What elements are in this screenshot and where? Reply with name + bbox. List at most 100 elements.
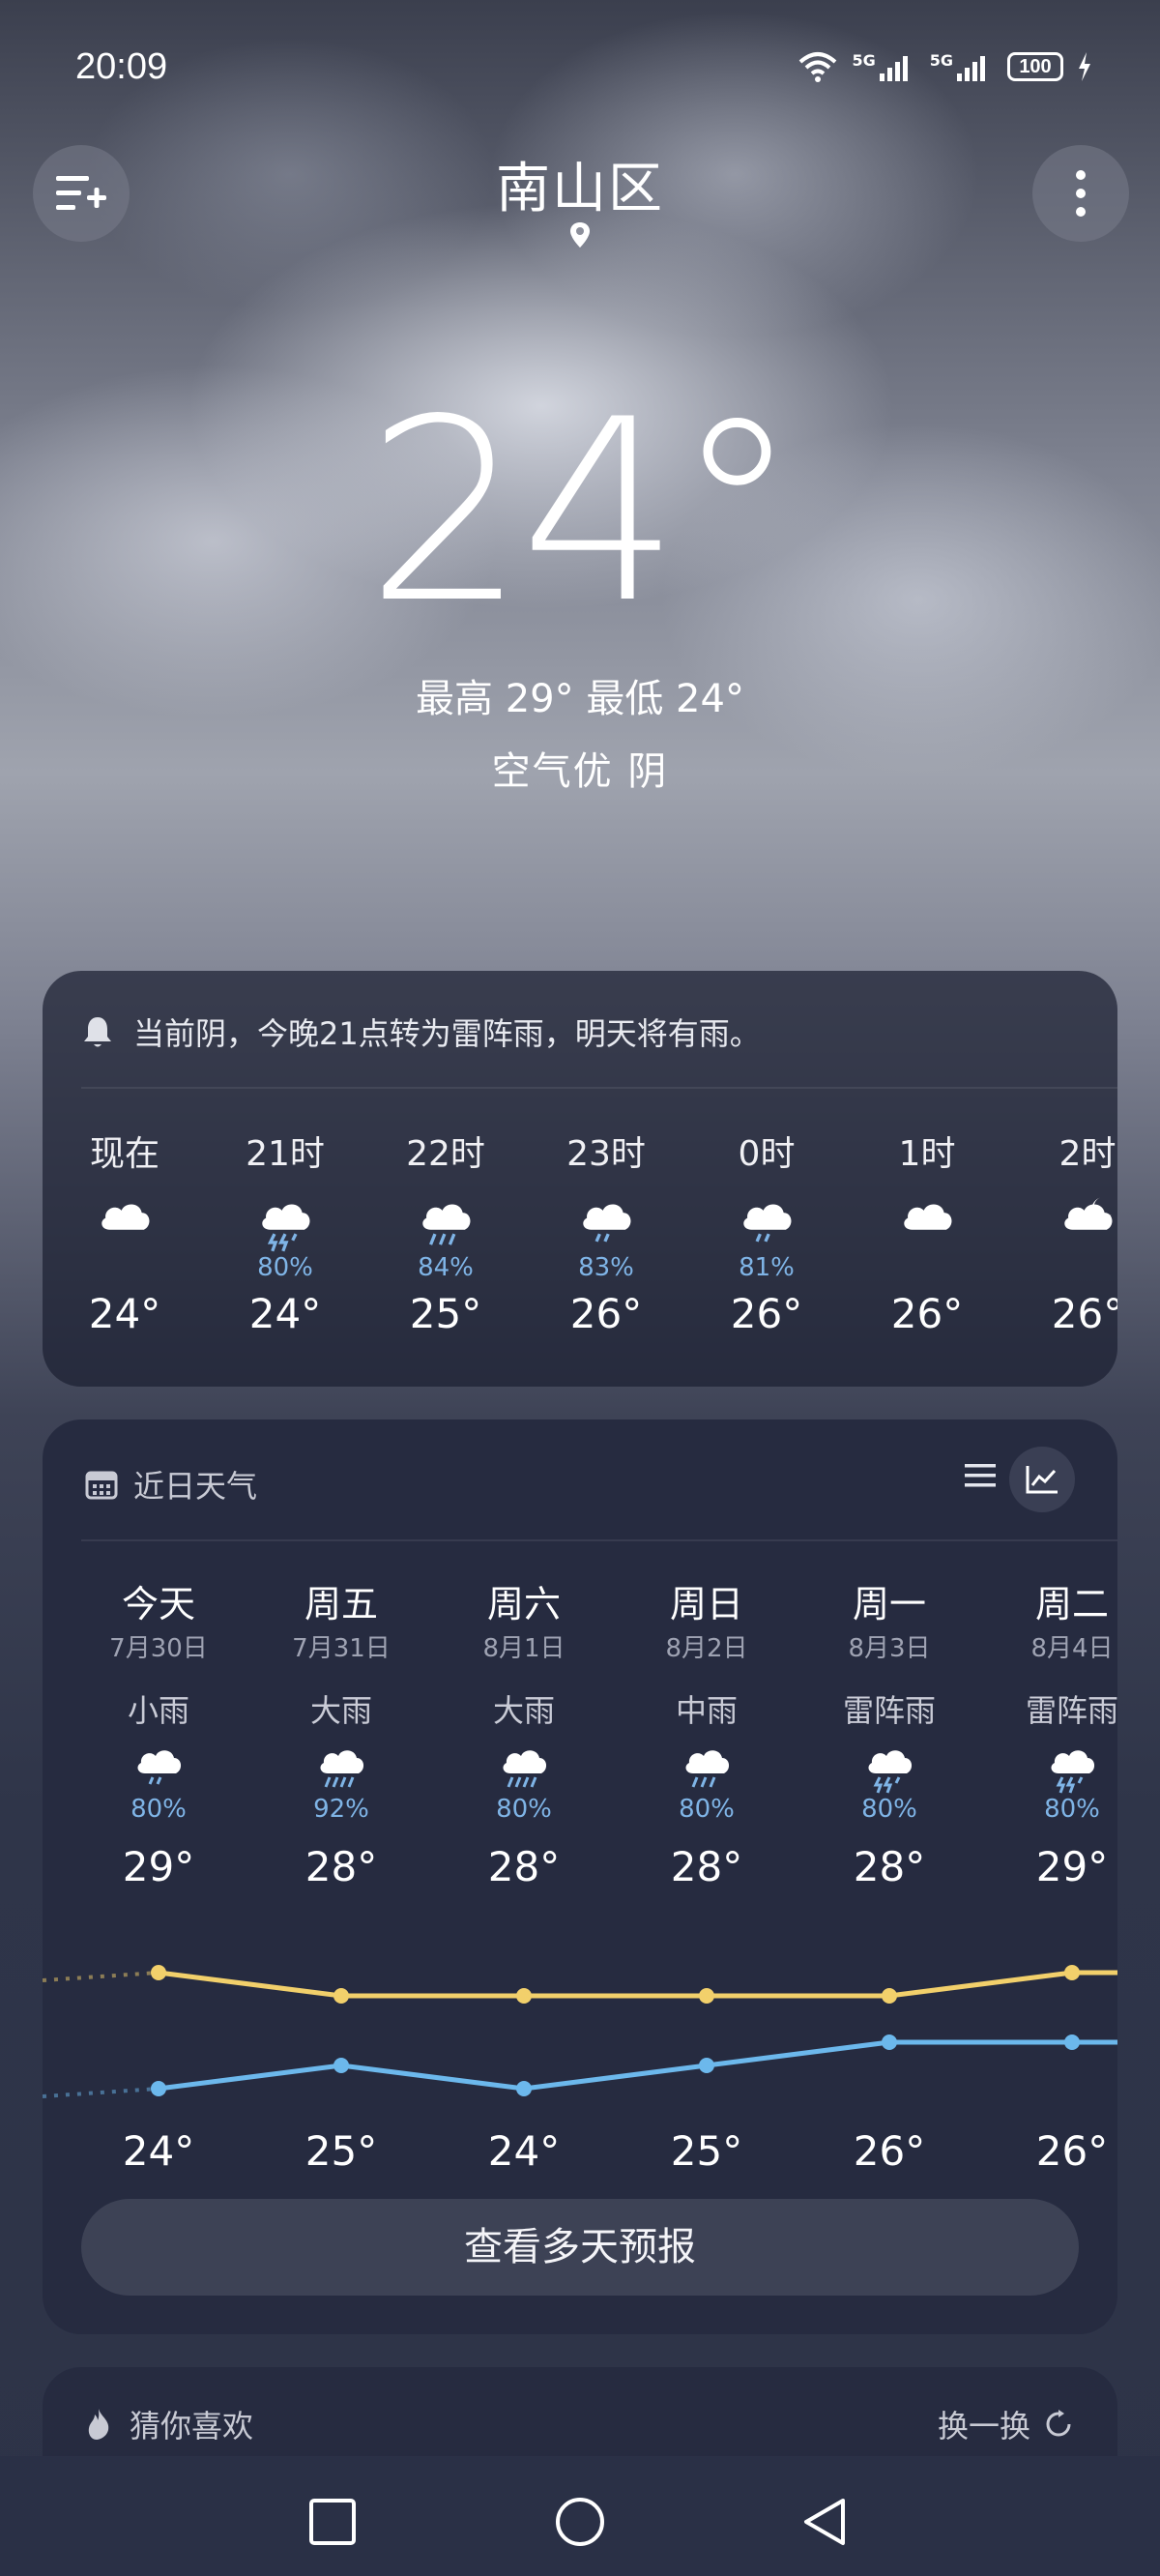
hour-precip bbox=[1025, 1253, 1117, 1286]
hour-temp: 25° bbox=[409, 1290, 482, 1337]
list-view-icon[interactable] bbox=[963, 1458, 998, 1493]
daily-forecast-card: 近日天气 今天 7月30日 小雨 80% 29° 周五 7月31日 大雨 92% 28° 周六 8月1… bbox=[43, 1420, 1117, 2334]
day-low: 26° bbox=[1035, 2127, 1109, 2175]
city-name[interactable]: 南山区 bbox=[0, 145, 1160, 223]
refresh-button[interactable]: 换一换 bbox=[938, 2402, 1075, 2446]
hourly-item: 22时 84% 25° bbox=[383, 1126, 508, 1337]
hour-label: 现在 bbox=[89, 1134, 160, 1174]
recommend-title: 猜你喜欢 bbox=[130, 2408, 254, 2444]
high-temp-line bbox=[158, 1970, 1117, 1999]
hour-precip: 81% bbox=[739, 1253, 795, 1282]
day-name: 周六 bbox=[486, 1583, 561, 1625]
low-temp-lead bbox=[43, 2087, 160, 2098]
hourly-item: 1时 26° bbox=[864, 1126, 990, 1337]
signal-1-icon bbox=[879, 56, 908, 81]
daily-title: 近日天气 bbox=[133, 1468, 258, 1505]
light-rain-icon bbox=[743, 1204, 792, 1243]
daily-item[interactable]: 周一 8月3日 雷阵雨 80% 28° bbox=[812, 1574, 967, 1890]
daily-item[interactable]: 周日 8月2日 中雨 80% 28° bbox=[629, 1574, 784, 1890]
light-rain-icon bbox=[583, 1204, 631, 1243]
daily-header: 近日天气 bbox=[85, 1462, 257, 1507]
back-icon[interactable] bbox=[800, 2497, 851, 2547]
hourly-item: 0时 81% 26° bbox=[704, 1126, 829, 1337]
daily-item[interactable]: 周六 8月1日 大雨 80% 28° bbox=[447, 1574, 601, 1890]
signal-1-label: 5G bbox=[852, 50, 876, 70]
rain-icon bbox=[685, 1750, 730, 1788]
chart-view-button[interactable] bbox=[1009, 1447, 1075, 1512]
more-days-forecast-button[interactable]: 查看多天预报 bbox=[81, 2199, 1079, 2296]
day-icon-wrap bbox=[812, 1741, 967, 1795]
location-pin-icon bbox=[570, 222, 590, 248]
day-precip: 80% bbox=[861, 1795, 917, 1824]
low-temp-point bbox=[334, 2058, 349, 2073]
system-navigation-bar bbox=[0, 2456, 1160, 2576]
day-icon-wrap bbox=[629, 1741, 784, 1795]
day-high: 29° bbox=[1035, 1843, 1109, 1890]
daily-item[interactable]: 周五 7月31日 大雨 92% 28° bbox=[264, 1574, 419, 1890]
calendar-icon bbox=[85, 1471, 118, 1500]
daily-divider bbox=[81, 1539, 1117, 1541]
day-low: 24° bbox=[122, 2127, 195, 2175]
hourly-forecast-card: 当前阴，今晚21点转为雷阵雨，明天将有雨。 现在 24° 21时 80% 24° 22时 8… bbox=[43, 971, 1117, 1387]
light-rain-icon bbox=[137, 1750, 182, 1785]
hour-temp: 26° bbox=[730, 1290, 803, 1337]
hour-precip bbox=[864, 1253, 990, 1286]
hour-label: 0时 bbox=[738, 1134, 796, 1174]
refresh-icon bbox=[1046, 2410, 1071, 2437]
signal-2-label: 5G bbox=[929, 50, 953, 70]
day-condition: 雷阵雨 bbox=[1025, 1692, 1117, 1729]
hourly-item: 23时 83% 26° bbox=[543, 1126, 669, 1337]
day-condition: 雷阵雨 bbox=[842, 1692, 936, 1729]
day-low: 25° bbox=[670, 2127, 743, 2175]
day-name: 周五 bbox=[304, 1583, 378, 1625]
high-temp-point bbox=[151, 1965, 166, 1980]
hour-temp: 26° bbox=[1051, 1290, 1117, 1337]
refresh-label: 换一换 bbox=[937, 2408, 1030, 2444]
wifi-icon bbox=[799, 52, 837, 82]
low-temp-point bbox=[699, 2058, 714, 2073]
hourly-divider bbox=[81, 1087, 1117, 1089]
hour-icon-wrap bbox=[222, 1186, 348, 1253]
high-temp-point bbox=[882, 1988, 897, 2004]
battery-icon: 100 bbox=[1007, 52, 1063, 81]
hour-label: 2时 bbox=[1058, 1134, 1116, 1174]
recent-apps-icon[interactable] bbox=[307, 2497, 358, 2547]
high-temp-lead bbox=[43, 1971, 160, 1982]
daily-item[interactable]: 周二 8月4日 雷阵雨 80% 29° bbox=[995, 1574, 1117, 1890]
hour-temp: 24° bbox=[248, 1290, 322, 1337]
cloudy-icon bbox=[904, 1204, 952, 1230]
day-date: 8月1日 bbox=[482, 1634, 566, 1663]
weather-alert[interactable]: 当前阴，今晚21点转为雷阵雨，明天将有雨。 bbox=[81, 1010, 761, 1054]
heavy-rain-icon bbox=[320, 1750, 364, 1788]
day-high: 28° bbox=[487, 1843, 561, 1890]
thunder-rain-icon bbox=[1051, 1750, 1095, 1794]
signal-2-icon bbox=[957, 56, 985, 81]
low-temp-point bbox=[516, 2081, 532, 2096]
more-vertical-icon bbox=[1076, 170, 1086, 217]
thunder-rain-icon bbox=[868, 1750, 913, 1794]
day-name: 周二 bbox=[1034, 1583, 1109, 1625]
hour-label: 23时 bbox=[566, 1134, 646, 1174]
day-date: 8月2日 bbox=[665, 1634, 748, 1663]
day-precip: 92% bbox=[313, 1795, 369, 1824]
hour-icon-wrap bbox=[543, 1186, 669, 1253]
day-condition: 中雨 bbox=[675, 1692, 738, 1729]
hour-precip: 84% bbox=[418, 1253, 474, 1282]
day-name: 周一 bbox=[852, 1583, 926, 1625]
hour-icon-wrap bbox=[62, 1186, 188, 1253]
day-condition: 小雨 bbox=[127, 1692, 189, 1729]
bell-icon bbox=[84, 1017, 111, 1047]
charging-icon bbox=[1079, 52, 1090, 81]
more-options-button[interactable] bbox=[1032, 145, 1129, 242]
hour-label: 1时 bbox=[898, 1134, 956, 1174]
day-name: 周日 bbox=[669, 1583, 743, 1625]
hour-precip bbox=[62, 1253, 188, 1286]
daily-item[interactable]: 今天 7月30日 小雨 80% 29° bbox=[81, 1574, 236, 1890]
current-temperature: 24° bbox=[365, 366, 800, 659]
hour-temp: 24° bbox=[88, 1290, 161, 1337]
day-date: 7月31日 bbox=[292, 1634, 391, 1663]
home-icon[interactable] bbox=[553, 2497, 607, 2551]
air-quality-condition[interactable]: 空气优 阴 bbox=[0, 740, 1160, 796]
cloudy-icon bbox=[102, 1204, 150, 1230]
rain-icon bbox=[422, 1204, 471, 1245]
